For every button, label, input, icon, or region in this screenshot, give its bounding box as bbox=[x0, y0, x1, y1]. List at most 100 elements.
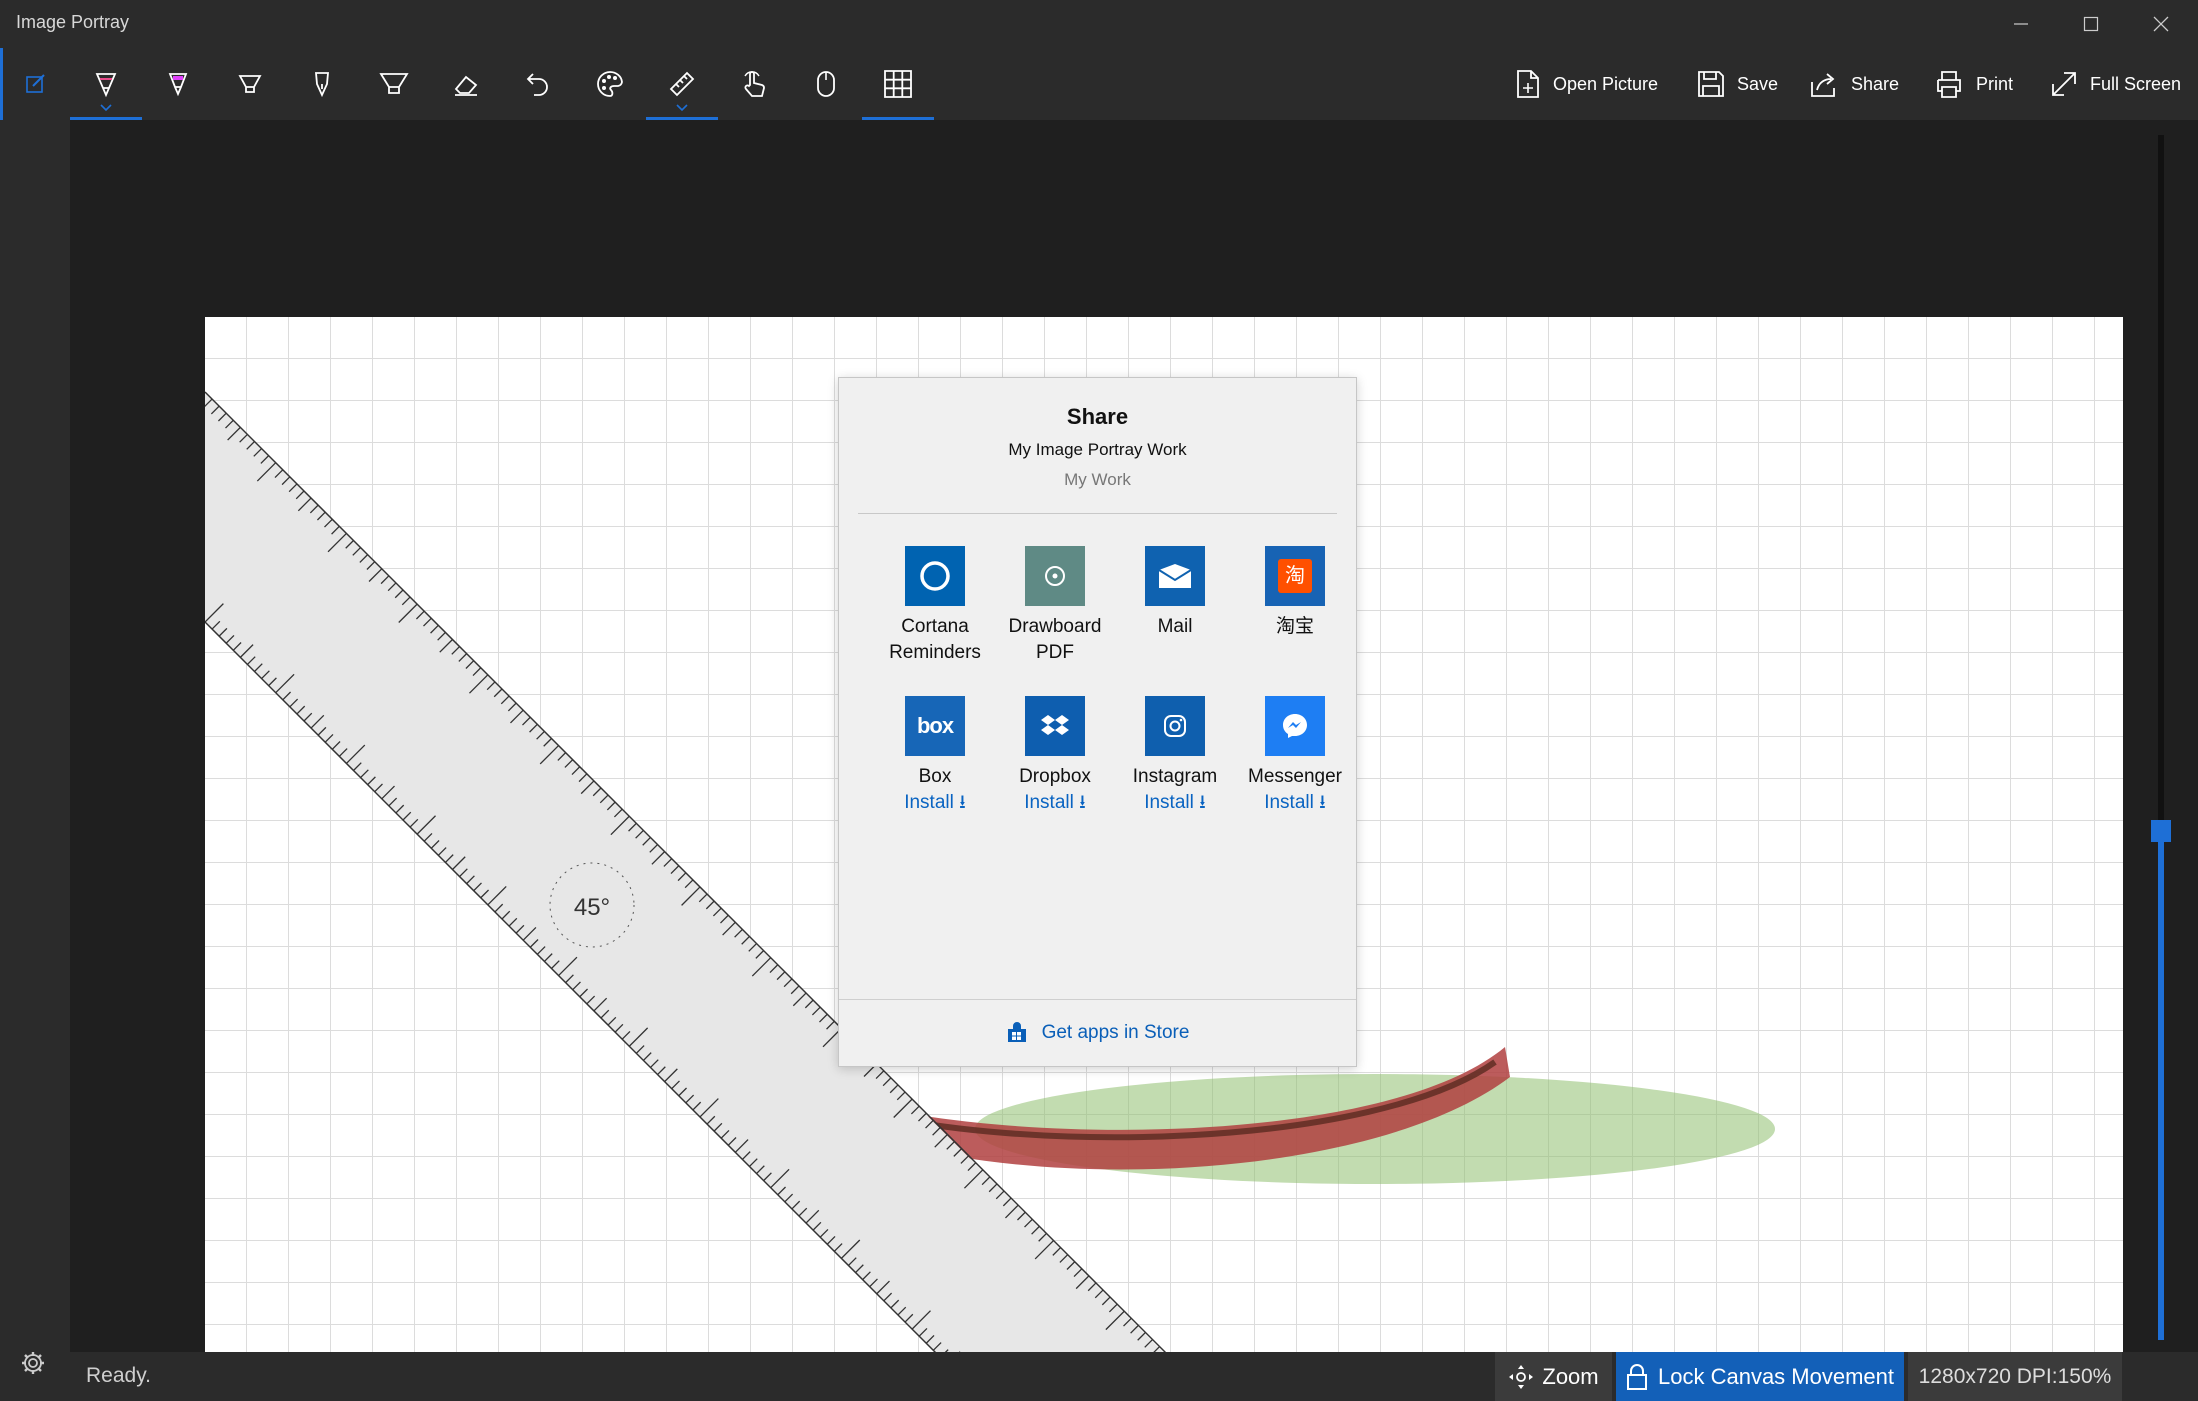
open-picture-label: Open Picture bbox=[1553, 73, 1659, 94]
open-file-icon bbox=[1517, 70, 1539, 98]
mouse-icon bbox=[817, 71, 835, 97]
ruler-angle-label: 45° bbox=[574, 894, 610, 921]
download-icon: ⭳ bbox=[959, 792, 966, 813]
open-picture-button[interactable]: Open Picture bbox=[1515, 60, 1658, 108]
title-bar: Image Portray bbox=[0, 0, 2198, 48]
ruler-icon bbox=[669, 71, 695, 97]
share-icon bbox=[1811, 73, 1835, 97]
mouse-input-button[interactable] bbox=[790, 48, 862, 120]
store-icon bbox=[1007, 1022, 1026, 1042]
download-icon: ⭳ bbox=[1199, 792, 1206, 813]
window-title: Image Portray bbox=[16, 12, 130, 32]
highlighter-button[interactable] bbox=[142, 48, 214, 120]
eraser-button[interactable] bbox=[430, 48, 502, 120]
share-button[interactable]: Share bbox=[1809, 60, 1899, 108]
minimize-icon bbox=[2014, 23, 2028, 25]
side-rail bbox=[0, 120, 70, 1401]
fountain-pen-button[interactable] bbox=[286, 48, 358, 120]
full-screen-icon bbox=[2052, 72, 2076, 96]
save-button[interactable]: Save bbox=[1697, 60, 1778, 108]
share-app-instagram[interactable]: Instagram Install ⭳ bbox=[1115, 696, 1235, 816]
lock-label: Lock Canvas Movement bbox=[1658, 1363, 1894, 1389]
share-app-dropbox[interactable]: Dropbox Install ⭳ bbox=[995, 696, 1115, 816]
pencil-icon bbox=[238, 75, 262, 93]
cortana-icon bbox=[905, 546, 965, 606]
install-link[interactable]: Install ⭳ bbox=[1235, 790, 1355, 816]
app-label: PDF bbox=[1036, 642, 1074, 663]
save-icon bbox=[1698, 71, 1724, 97]
box-icon: box bbox=[905, 696, 965, 756]
touch-writing-icon bbox=[744, 71, 765, 97]
canvas-info: 1280x720 DPI:150% bbox=[1908, 1352, 2122, 1401]
ruler-button[interactable] bbox=[646, 48, 718, 120]
app-label: Drawboard bbox=[1008, 616, 1102, 637]
grid-toggle-button[interactable] bbox=[862, 48, 934, 120]
fountain-pen-icon bbox=[315, 72, 329, 98]
taobao-icon: 淘 bbox=[1265, 546, 1325, 606]
share-app-mail[interactable]: Mail bbox=[1115, 546, 1235, 640]
color-palette-button[interactable] bbox=[574, 48, 646, 120]
zoom-slider-fill bbox=[2158, 835, 2164, 1340]
status-bar: Ready. Zoom Lock Canvas Movement 1280x72… bbox=[70, 1352, 2198, 1401]
ballpoint-pen-button[interactable] bbox=[70, 48, 142, 120]
settings-button[interactable] bbox=[20, 1350, 46, 1381]
drawboard-icon bbox=[1025, 546, 1085, 606]
calligraphy-pen-icon bbox=[379, 73, 409, 94]
app-label: Instagram bbox=[1132, 766, 1218, 787]
print-icon bbox=[1937, 71, 1961, 98]
share-app-taobao[interactable]: 淘 淘宝 bbox=[1235, 546, 1355, 640]
full-screen-label: Full Screen bbox=[2090, 73, 2182, 94]
lock-icon bbox=[1627, 1363, 1647, 1390]
app-label: Cortana bbox=[901, 616, 969, 637]
share-app-drawboard[interactable]: Drawboard PDF bbox=[995, 546, 1115, 666]
share-divider bbox=[858, 513, 1337, 514]
download-icon: ⭳ bbox=[1079, 792, 1086, 813]
print-button[interactable]: Print bbox=[1934, 60, 2013, 108]
taobao-badge: 淘 bbox=[1278, 559, 1312, 593]
app-label: Box bbox=[918, 766, 952, 787]
chevron-down-icon bbox=[676, 104, 688, 112]
zoom-slider-thumb[interactable] bbox=[2151, 820, 2171, 842]
zoom-slider-track[interactable] bbox=[2158, 135, 2164, 835]
close-button[interactable] bbox=[2126, 0, 2196, 48]
chevron-down-icon bbox=[100, 104, 112, 112]
highlighter-pink-icon bbox=[168, 73, 188, 97]
install-link[interactable]: Install ⭳ bbox=[995, 790, 1115, 816]
maximize-button[interactable] bbox=[2056, 0, 2126, 48]
install-link[interactable]: Install ⭳ bbox=[1115, 790, 1235, 816]
share-app-box[interactable]: box Box Install ⭳ bbox=[875, 696, 995, 816]
share-app-messenger[interactable]: Messenger Install ⭳ bbox=[1235, 696, 1355, 816]
share-app-cortana[interactable]: Cortana Reminders bbox=[875, 546, 995, 666]
app-label: Messenger bbox=[1248, 766, 1342, 787]
edit-mode-button[interactable] bbox=[0, 48, 72, 120]
mail-icon bbox=[1145, 546, 1205, 606]
get-apps-label: Get apps in Store bbox=[1041, 1022, 1190, 1043]
full-screen-button[interactable]: Full Screen bbox=[2050, 60, 2181, 108]
calligraphy-pen-button[interactable] bbox=[358, 48, 430, 120]
zoom-button[interactable]: Zoom bbox=[1495, 1352, 1612, 1401]
box-badge: box bbox=[916, 713, 954, 738]
gear-icon bbox=[22, 1352, 44, 1374]
app-label: 淘宝 bbox=[1275, 616, 1314, 637]
print-label: Print bbox=[1976, 73, 2014, 94]
zoom-move-icon bbox=[1509, 1364, 1534, 1389]
zoom-label: Zoom bbox=[1542, 1363, 1599, 1389]
touch-writing-button[interactable] bbox=[718, 48, 790, 120]
get-apps-in-store-link[interactable]: Get apps in Store bbox=[839, 999, 1356, 1066]
download-icon: ⭳ bbox=[1319, 792, 1326, 813]
dropbox-icon bbox=[1025, 696, 1085, 756]
messenger-icon bbox=[1265, 696, 1325, 756]
share-dialog: Share My Image Portray Work My Work Cort… bbox=[838, 377, 1357, 1067]
lock-canvas-movement-toggle[interactable]: Lock Canvas Movement bbox=[1616, 1352, 1904, 1401]
ballpoint-pen-icon bbox=[95, 73, 117, 98]
pencil-button[interactable] bbox=[214, 48, 286, 120]
instagram-icon bbox=[1145, 696, 1205, 756]
undo-button[interactable] bbox=[502, 48, 574, 120]
install-link[interactable]: Install ⭳ bbox=[875, 790, 995, 816]
app-label: Dropbox bbox=[1019, 766, 1091, 787]
share-label: Share bbox=[1851, 73, 1900, 94]
app-label: Reminders bbox=[889, 642, 981, 663]
minimize-button[interactable] bbox=[1986, 0, 2056, 48]
share-subtitle: My Image Portray Work bbox=[1008, 440, 1187, 459]
save-label: Save bbox=[1737, 73, 1779, 94]
